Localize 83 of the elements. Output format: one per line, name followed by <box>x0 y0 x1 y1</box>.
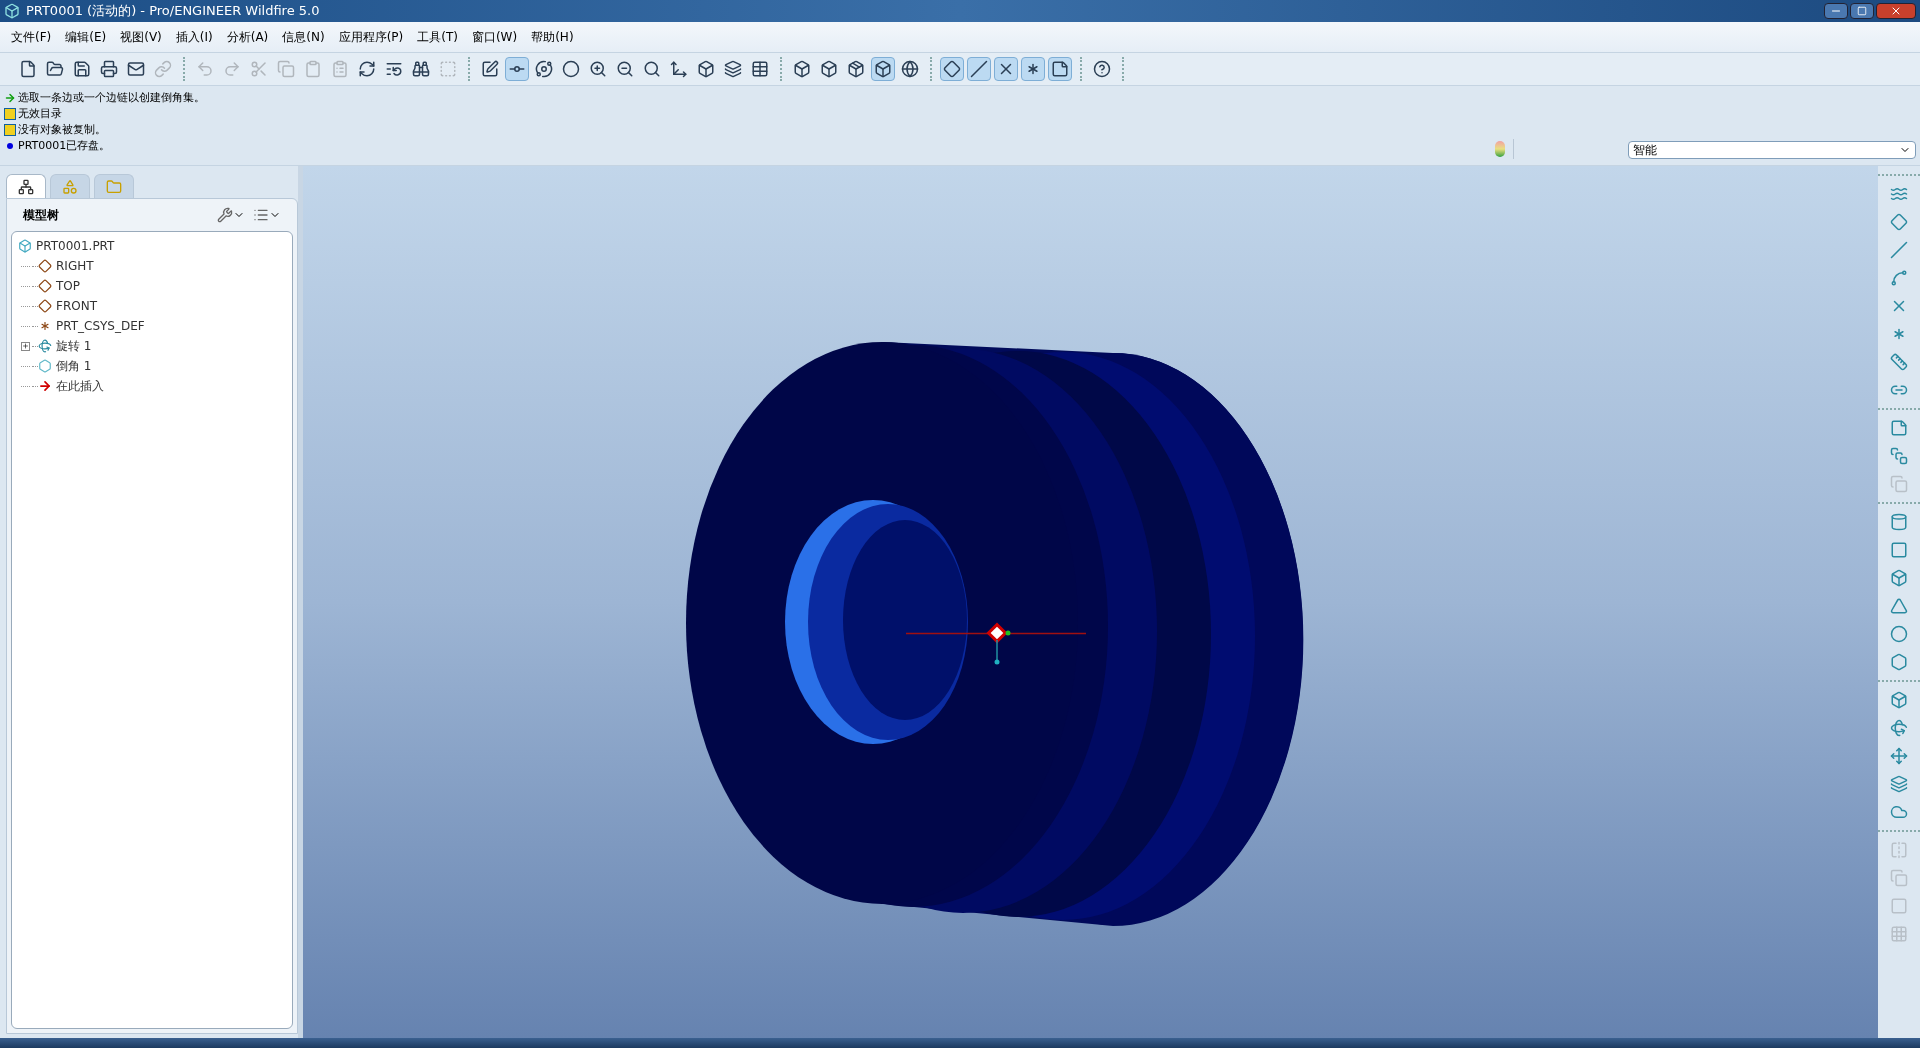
tree-item[interactable]: FRONT <box>56 297 97 315</box>
regenerate-icon <box>358 60 376 78</box>
tree-tab[interactable] <box>6 174 46 198</box>
tree-item[interactable]: TOP <box>56 277 80 295</box>
list-icon <box>253 207 269 223</box>
layers-icon <box>724 60 742 78</box>
printer-icon <box>100 60 118 78</box>
menu-item[interactable]: 窗口(W) <box>464 28 525 46</box>
link-icon <box>154 60 172 78</box>
panel-title: 模型树 <box>23 207 59 224</box>
shapes-icon <box>62 178 78 195</box>
refit-icon <box>643 60 661 78</box>
curve-icon <box>1890 269 1908 287</box>
paste-icon <box>304 60 322 78</box>
clipboard-list-icon <box>331 60 349 78</box>
mail-icon <box>127 60 145 78</box>
wave-curve-icon <box>1890 185 1908 203</box>
redo-icon <box>223 60 241 78</box>
copy-icon <box>277 60 295 78</box>
plus-icon <box>21 342 29 350</box>
zoom-in-icon <box>589 60 607 78</box>
menu-item[interactable]: 分析(A) <box>219 28 276 46</box>
cube-icon <box>4 3 20 19</box>
orbit-icon <box>535 60 553 78</box>
menu-item[interactable]: 插入(I) <box>168 28 220 46</box>
binoculars-icon <box>412 60 430 78</box>
menu-item[interactable]: 信息(N) <box>275 28 332 46</box>
tree-item[interactable]: PRT0001.PRT <box>36 237 115 255</box>
message-text: 没有对象被复制。 <box>18 121 106 138</box>
message-text: PRT0001已存盘。 <box>18 137 111 154</box>
csys-icon <box>38 319 52 333</box>
ruler-icon <box>1890 353 1908 371</box>
menu-item[interactable]: 文件(F) <box>4 28 59 46</box>
save-icon <box>73 60 91 78</box>
revolve-icon <box>38 339 52 353</box>
list-refresh-icon <box>385 60 403 78</box>
part-icon <box>18 239 32 253</box>
table-icon <box>751 60 769 78</box>
tree-icon <box>18 178 34 195</box>
folder-icon <box>106 178 122 195</box>
cut-icon <box>250 60 268 78</box>
tree-item[interactable]: RIGHT <box>56 257 94 275</box>
tree-item[interactable]: 在此插入 <box>56 377 104 395</box>
menu-item[interactable]: 视图(V) <box>113 28 169 46</box>
folder-icon <box>46 60 64 78</box>
menu-item[interactable]: 编辑(E) <box>58 28 114 46</box>
wrench-icon <box>217 207 233 223</box>
status-light-icon <box>1494 141 1505 157</box>
maximize-button[interactable] <box>1850 3 1874 19</box>
filter-dropdown[interactable]: 智能 <box>1628 141 1916 159</box>
tree-item[interactable]: PRT_CSYS_DEF <box>56 317 145 335</box>
menu-item[interactable]: 应用程序(P) <box>331 28 411 46</box>
tree-item[interactable]: 旋转 1 <box>56 337 92 355</box>
dashed-box-icon <box>439 60 457 78</box>
arrow-icon <box>4 92 16 104</box>
message-text: 无效目录 <box>18 105 62 122</box>
close-button[interactable] <box>1876 3 1916 19</box>
stack-icon <box>1890 447 1908 465</box>
undo-icon <box>196 60 214 78</box>
close-icon <box>1890 5 1902 17</box>
help-icon <box>1093 60 1111 78</box>
message-text: 选取一条边或一个边链以创建倒角集。 <box>18 89 205 106</box>
maximize-icon <box>1857 6 1867 16</box>
file-icon-icon <box>19 60 37 78</box>
flag-icon <box>4 108 16 120</box>
list-button[interactable] <box>253 207 281 223</box>
flag-icon <box>4 124 16 136</box>
minimize-button[interactable] <box>1824 3 1848 19</box>
zoom-out-icon <box>616 60 634 78</box>
tree-item[interactable]: 倒角 1 <box>56 357 92 375</box>
sphere-icon <box>562 60 580 78</box>
revolve-icon <box>1890 719 1908 737</box>
note-icon <box>1890 419 1908 437</box>
globe-icon <box>901 60 919 78</box>
axis-icon <box>1890 241 1908 259</box>
cube-icon <box>697 60 715 78</box>
menu-item[interactable]: 工具(T) <box>410 28 465 46</box>
expand-toggle[interactable] <box>20 341 30 351</box>
window-title: PRT0001 (活动的) - Pro/ENGINEER Wildfire 5.0 <box>26 2 320 21</box>
axes-icon <box>670 60 688 78</box>
arrow-icon <box>38 379 52 393</box>
settings-button[interactable] <box>217 207 245 223</box>
menu-item[interactable]: 帮助(H) <box>524 28 581 46</box>
